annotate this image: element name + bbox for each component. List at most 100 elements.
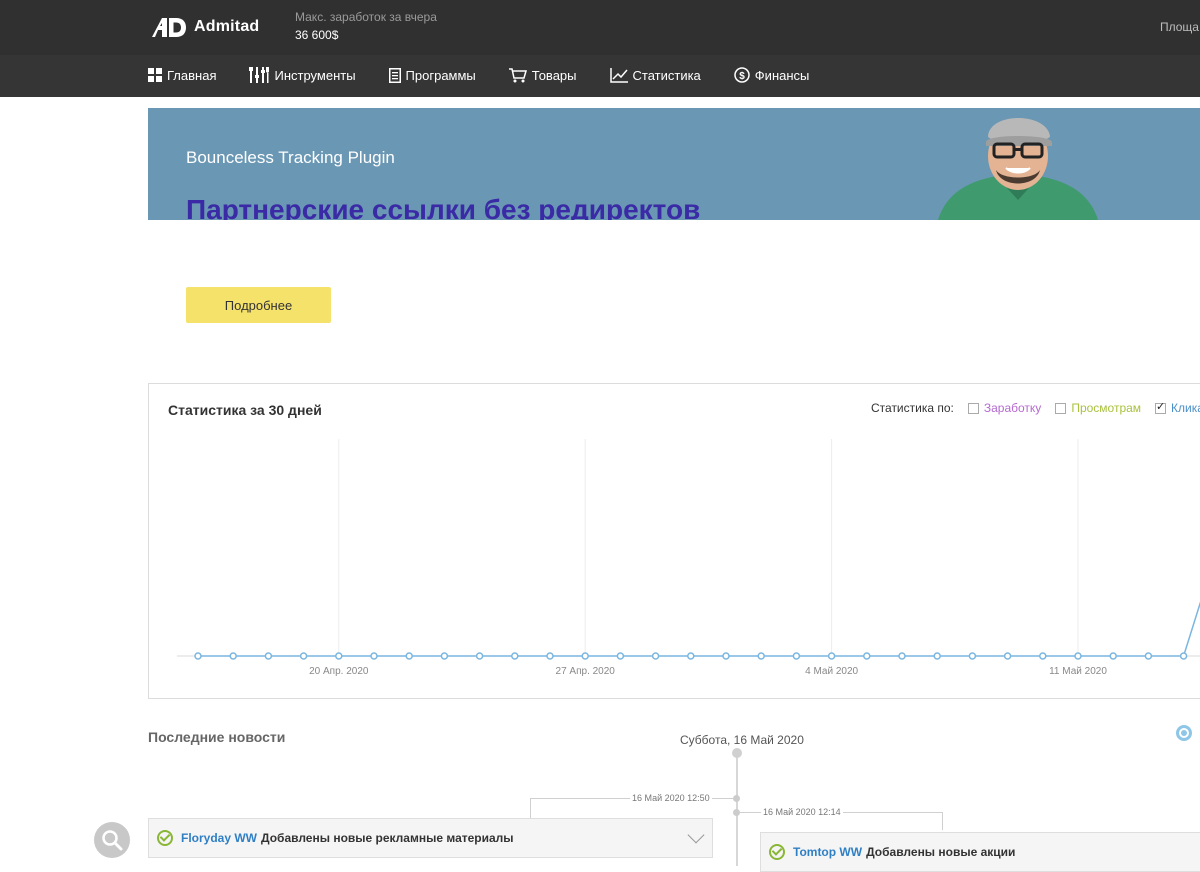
max-earnings-label: Макс. заработок за вчера [295,10,437,24]
news-title: Последние новости [148,729,286,745]
cart-icon [508,67,527,82]
checkbox-clicks[interactable]: Клика [1155,400,1200,415]
chart-point[interactable] [299,652,308,660]
timeline-node [733,795,740,802]
nav-item-label: Финансы [754,67,810,83]
chart-point[interactable] [194,652,202,660]
svg-text:$: $ [739,71,745,82]
chart-point[interactable] [370,652,378,660]
checkbox-box[interactable] [967,402,979,414]
chart-point[interactable] [546,652,554,660]
settings-icon[interactable] [1176,725,1192,741]
banner-person-illustration [938,118,1098,220]
platform-selector[interactable]: Площа [1160,20,1199,34]
chart-point[interactable] [1003,652,1012,660]
stats-title: Статистика за 30 дней [168,402,322,418]
checkbox-views[interactable]: Просмотрам [1055,401,1141,415]
chart-point[interactable] [511,652,519,660]
banner-title: Партнерские ссылки без редиректов [186,194,701,220]
header: Admitad Макс. заработок за вчера 36 600$… [0,0,1200,97]
news-time: 16 Май 2020 12:14 [761,807,843,817]
chart-point[interactable] [264,652,273,660]
chart-point[interactable] [616,652,625,660]
check-circle-icon [157,830,173,846]
admitad-logo-icon [152,18,186,37]
chart-point[interactable] [757,652,765,660]
nav-item-label: Программы [405,67,476,83]
chart-point[interactable] [687,652,695,660]
promo-banner[interactable]: Bounceless Tracking Plugin Партнерские с… [148,108,1200,220]
timeline-line [736,750,738,866]
chart-point[interactable] [827,652,836,660]
nav-item-label: Главная [167,67,217,83]
more-details-button[interactable]: Подробнее [186,287,331,323]
grid-icon [148,68,162,82]
chart-point[interactable] [968,652,977,660]
dollar-icon: $ [734,67,750,83]
chart-point[interactable] [863,652,871,660]
nav-item-finance[interactable]: $ Финансы [734,66,810,84]
chart-x-tick-label: 27 Апр. 2020 [556,666,616,677]
chart-point[interactable] [651,652,660,660]
chart-point[interactable] [1109,652,1117,660]
chart-x-tick-label: 11 Май 2020 [1049,666,1107,677]
nav-item-tools[interactable]: Инструменты [249,66,356,84]
news-text: Добавлены новые акции [866,845,1016,859]
chevron-down-icon[interactable] [687,826,705,844]
search-button[interactable] [94,822,130,858]
chart-point[interactable] [1074,652,1082,660]
stats-by-label: Статистика по: [871,401,954,415]
news-time: 16 Май 2020 12:50 [630,793,712,803]
checkbox-box[interactable] [1155,400,1167,414]
chart-point[interactable] [475,652,484,660]
nav-item-label: Товары [531,67,577,83]
stats-filter: Статистика по: Заработку Просмотрам Клик… [871,400,1200,416]
clicks-line-chart: 20 Апр. 2020 27 Апр. 2020 4 Май 2020 11 Май… [177,439,1200,677]
chart-icon [609,67,628,83]
timeline-node [733,809,740,816]
chart-point[interactable] [722,652,730,660]
nav-item-label: Инструменты [274,67,356,83]
checkbox-earnings[interactable]: Заработку [967,401,1042,415]
stats-panel: Статистика за 30 дней Статистика по: Зар… [148,383,1200,699]
chart-x-tick-label: 4 Май 2020 [805,666,858,677]
tools-icon [249,67,270,83]
checkbox-box[interactable] [1055,402,1067,414]
checkbox-label: Клика [1171,401,1200,415]
chart-point[interactable] [335,652,343,660]
timeline-dot [732,748,742,758]
news-card[interactable]: Floryday WW Добавлены новые рекламные ма… [148,818,713,858]
logo-text: Admitad [194,18,260,35]
news-program-link[interactable]: Tomtop WW [793,845,862,859]
chart-point[interactable] [898,652,906,660]
max-earnings-value: 36 600$ [295,28,339,42]
chart-point[interactable] [1144,652,1153,660]
logo[interactable]: Admitad [150,14,259,40]
check-circle-icon [769,844,785,860]
chart-point[interactable] [933,652,941,660]
chart-point[interactable] [1179,652,1188,660]
chart-point[interactable] [229,652,237,660]
nav-item-statistics[interactable]: Статистика [609,66,701,84]
news-text: Добавлены новые рекламные материалы [261,831,514,845]
news-card[interactable]: Tomtop WW Добавлены новые акции [760,832,1200,872]
timeline-connector [530,798,531,820]
chart-point[interactable] [581,652,589,660]
banner-subtitle: Bounceless Tracking Plugin [186,148,395,167]
chart-point[interactable] [792,652,801,660]
nav-item-products[interactable]: Товары [508,66,577,84]
timeline-date: Суббота, 16 Май 2020 [680,733,804,747]
chart-series-line [198,601,1200,657]
nav-item-programs[interactable]: Программы [388,66,476,84]
timeline-connector [942,812,943,830]
document-icon [388,67,401,83]
nav-item-label: Статистика [632,67,701,83]
checkbox-label: Просмотрам [1071,401,1142,415]
chart-point[interactable] [1039,652,1047,660]
news-program-link[interactable]: Floryday WW [181,831,257,845]
chart-point[interactable] [405,652,413,660]
checkbox-label: Заработку [983,401,1042,415]
chart-point[interactable] [440,652,449,660]
nav-item-home[interactable]: Главная [148,66,216,84]
main-nav: Главная Инструменты Программы Товары Ста… [148,66,842,84]
